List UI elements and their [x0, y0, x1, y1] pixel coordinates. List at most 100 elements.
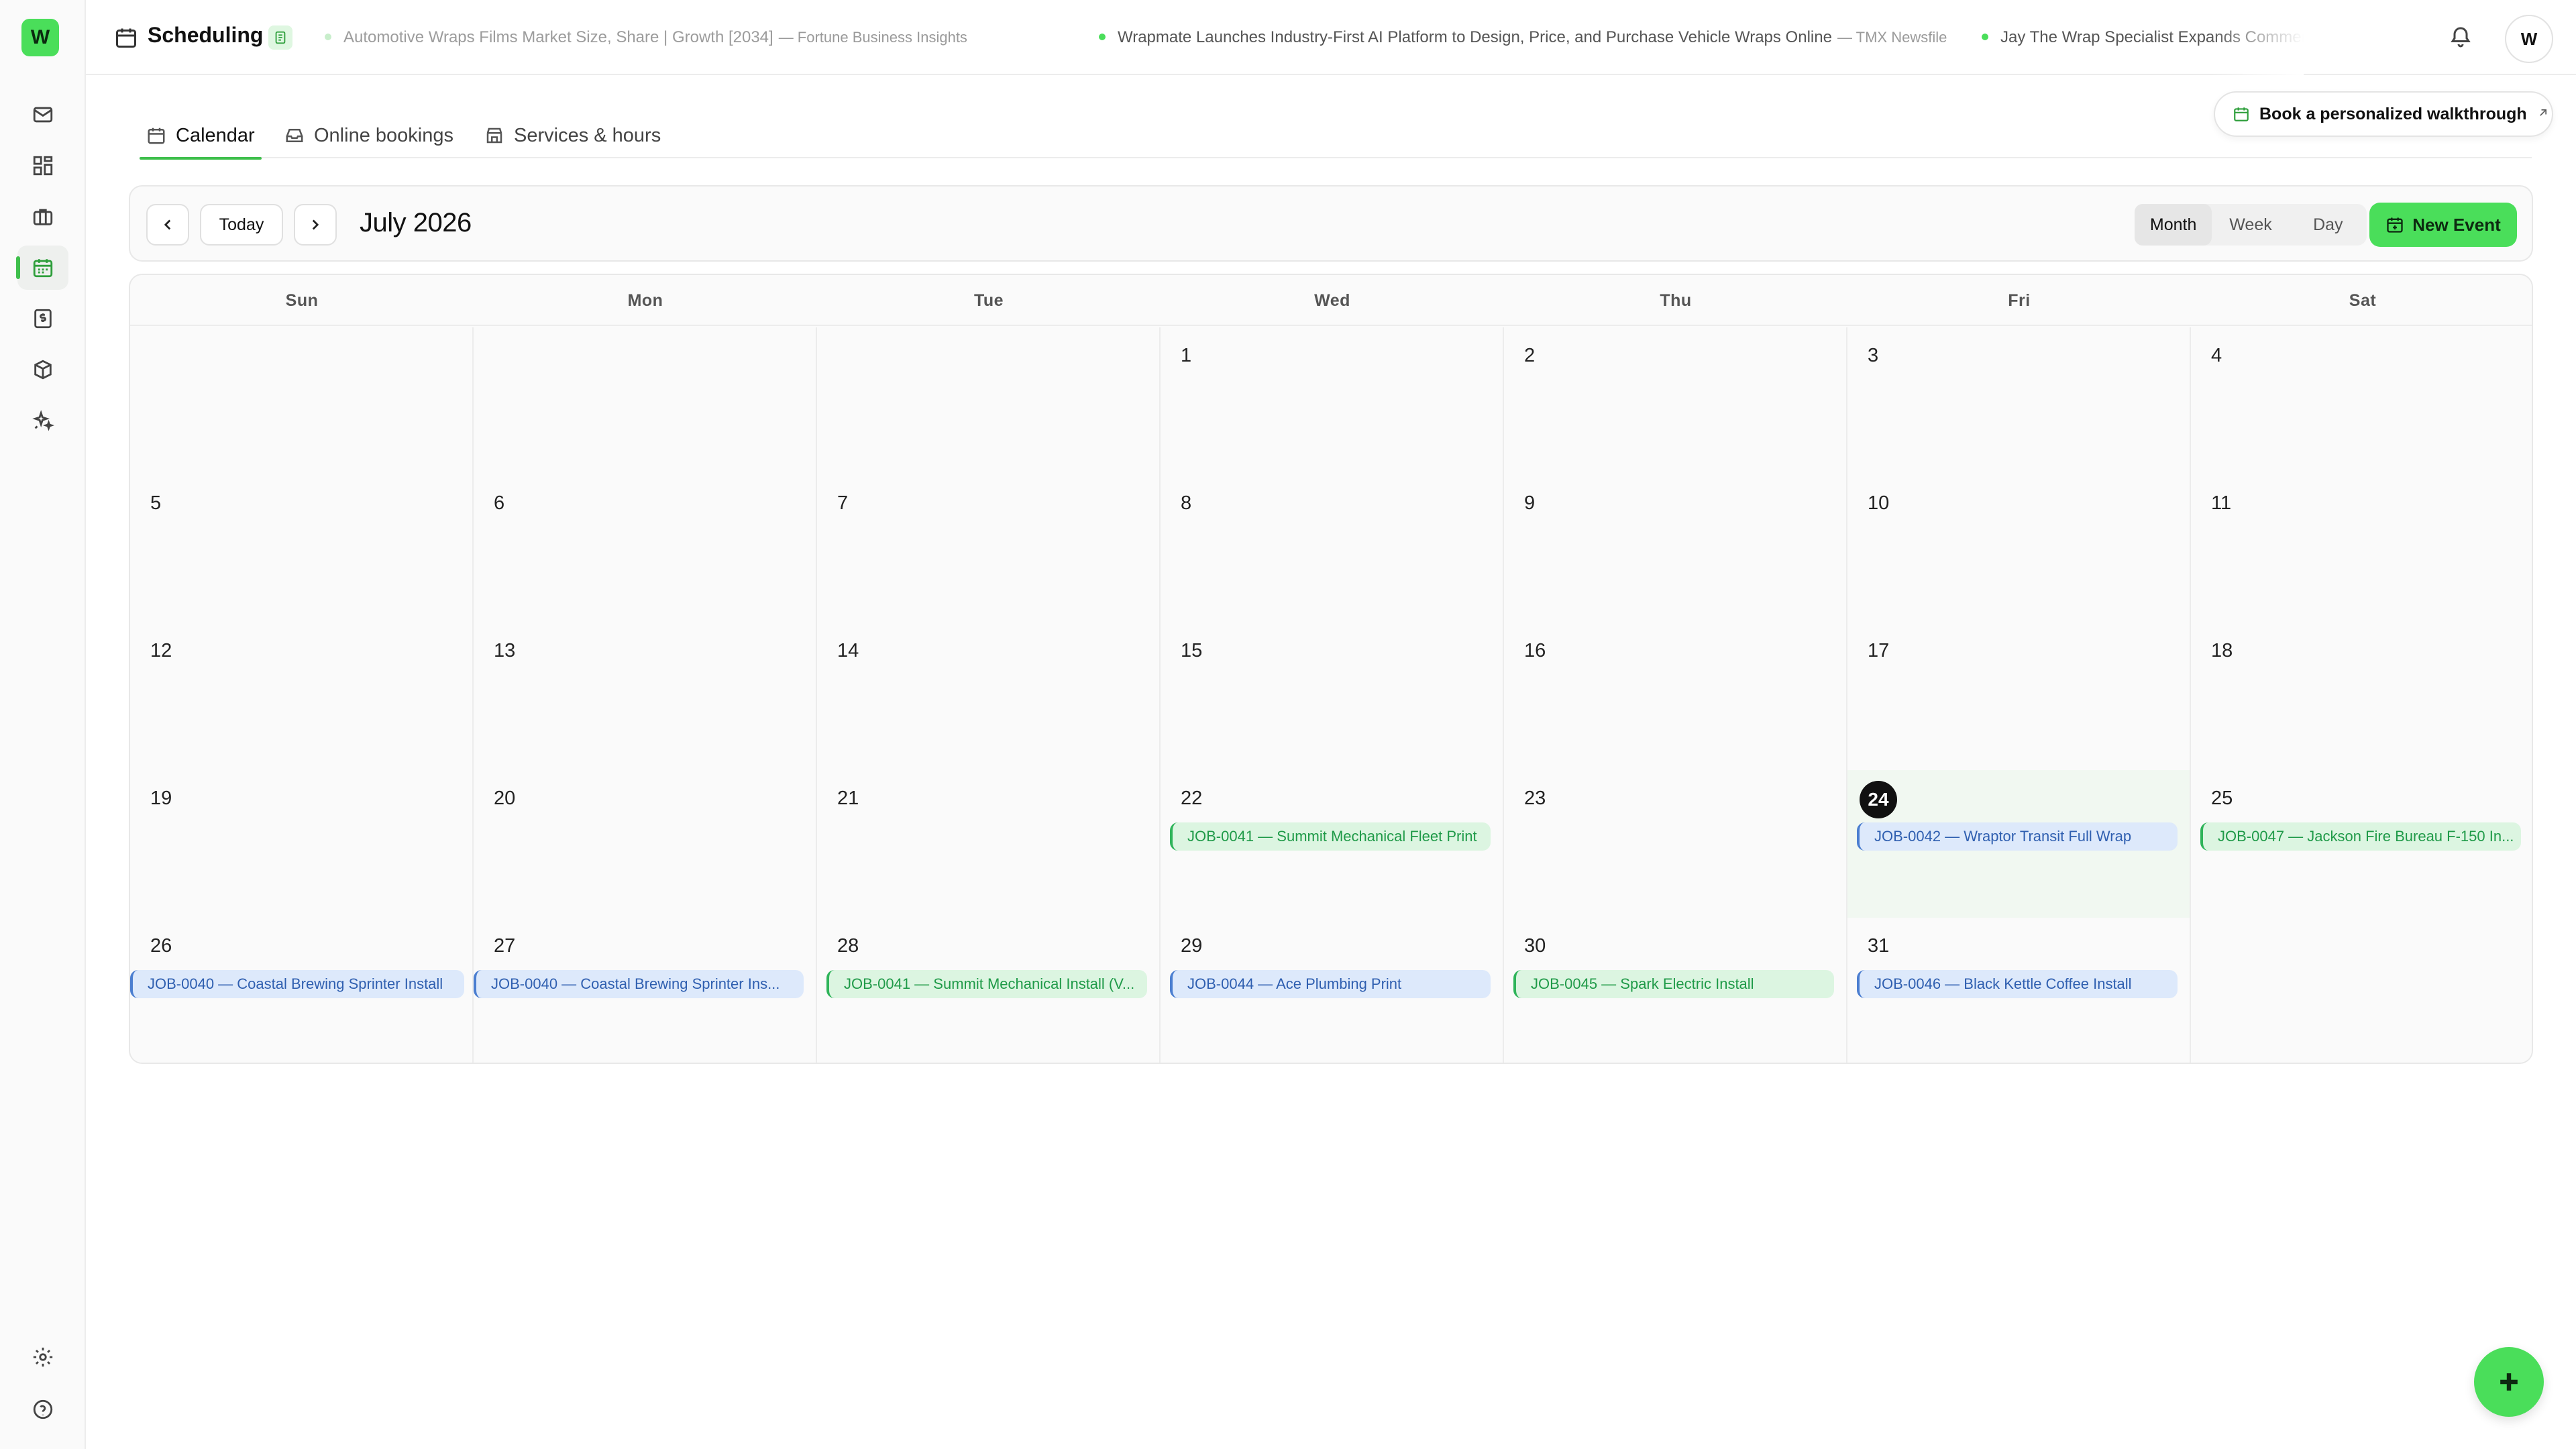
app-logo[interactable]: W: [21, 19, 59, 56]
day-cell[interactable]: 4: [2191, 327, 2532, 475]
sidebar-item-jobs[interactable]: [17, 195, 68, 239]
day-cell[interactable]: 20: [474, 770, 817, 918]
calendar-event[interactable]: JOB-0045 — Spark Electric Install: [1513, 970, 1834, 998]
date-number: 2: [1524, 345, 1536, 366]
top-bar: Scheduling Automotive Wraps Films Market…: [86, 0, 2576, 75]
day-cell[interactable]: 11: [2191, 475, 2532, 623]
week-row: 5 6 7 8 9 10 11: [130, 475, 2532, 623]
month-label: July 2026: [360, 208, 472, 237]
tab-calendar[interactable]: Calendar: [140, 114, 262, 160]
day-cell[interactable]: 27 JOB-0040 — Coastal Brewing Sprinter In…: [474, 918, 817, 1063]
calendar-event[interactable]: JOB-0042 — Wraptor Transit Full Wrap: [1857, 822, 2178, 851]
notes-badge-icon[interactable]: [268, 25, 292, 50]
calendar-event[interactable]: JOB-0047 — Jackson Fire Bureau F-150 In.…: [2200, 822, 2521, 851]
calendar-event[interactable]: JOB-0046 — Black Kettle Coffee Install: [1857, 970, 2178, 998]
calendar-event[interactable]: JOB-0041 — Summit Mechanical Fleet Print: [1170, 822, 1491, 851]
weekday-header-cell: Tue: [973, 290, 1004, 310]
calendar-event[interactable]: JOB-0041 — Summit Mechanical Install (V.…: [826, 970, 1147, 998]
day-cell[interactable]: 29 JOB-0044 — Ace Plumbing Print: [1161, 918, 1504, 1063]
new-event-button[interactable]: New Event: [2369, 203, 2517, 247]
day-cell[interactable]: 24 JOB-0042 — Wraptor Transit Full Wrap: [1847, 770, 2191, 918]
date-number: 1: [1181, 345, 1192, 366]
day-cell[interactable]: 21: [817, 770, 1161, 918]
add-fab-button[interactable]: [2474, 1347, 2544, 1417]
day-cell[interactable]: 23: [1504, 770, 1847, 918]
day-cell[interactable]: 31 JOB-0046 — Black Kettle Coffee Install: [1847, 918, 2191, 1063]
day-cell[interactable]: 10: [1847, 475, 2191, 623]
notifications-bell-icon[interactable]: [2449, 24, 2475, 51]
weekday-header-cell: Thu: [1660, 290, 1692, 310]
sidebar-item-help[interactable]: [17, 1387, 68, 1432]
date-number: 30: [1524, 935, 1546, 957]
day-cell[interactable]: 15: [1161, 623, 1504, 770]
day-cell[interactable]: 7: [817, 475, 1161, 623]
week-row: 1 2 3 4: [130, 327, 2532, 475]
sidebar-item-scheduling[interactable]: [16, 246, 68, 290]
view-day-button[interactable]: Day: [2290, 204, 2367, 246]
date-number: 6: [494, 492, 505, 514]
date-number: 8: [1181, 492, 1192, 514]
date-number: 31: [1868, 935, 1890, 957]
day-cell[interactable]: 28 JOB-0041 — Summit Mechanical Install (…: [817, 918, 1161, 1063]
previous-month-button[interactable]: [146, 204, 189, 246]
ticker-dot-icon: [1099, 33, 1106, 40]
sidebar-item-settings[interactable]: [17, 1335, 68, 1379]
tab-services-hours[interactable]: Services & hours: [484, 114, 661, 157]
date-number: 12: [150, 640, 172, 661]
ticker-item[interactable]: Automotive Wraps Films Market Size, Shar…: [325, 28, 967, 47]
day-cell[interactable]: 9: [1504, 475, 1847, 623]
view-month-button[interactable]: Month: [2135, 204, 2212, 246]
day-cell[interactable]: 2: [1504, 327, 1847, 475]
date-number: 15: [1181, 640, 1203, 661]
date-number: 18: [2211, 640, 2233, 661]
day-cell[interactable]: 8: [1161, 475, 1504, 623]
week-row: 26 JOB-0040 — Coastal Brewing Sprinter In…: [130, 918, 2532, 1063]
day-cell[interactable]: 25 JOB-0047 — Jackson Fire Bureau F-150 I…: [2191, 770, 2532, 918]
day-cell[interactable]: 1: [1161, 327, 1504, 475]
day-cell[interactable]: 17: [1847, 623, 2191, 770]
next-month-button[interactable]: [294, 204, 337, 246]
book-walkthrough-button[interactable]: Book a personalized walkthrough: [2214, 91, 2553, 137]
sidebar-item-dashboard[interactable]: [17, 144, 68, 188]
day-cell[interactable]: 22 JOB-0041 — Summit Mechanical Fleet Pri…: [1161, 770, 1504, 918]
sidebar-item-inbox[interactable]: [17, 93, 68, 137]
view-switcher: Month Week Day: [2135, 204, 2367, 246]
today-button[interactable]: Today: [200, 204, 283, 246]
ticker-item[interactable]: Wrapmate Launches Industry-First AI Plat…: [1099, 28, 1947, 47]
box-icon: [34, 360, 52, 380]
day-cell[interactable]: 18: [2191, 623, 2532, 770]
calendar-event[interactable]: JOB-0040 — Coastal Brewing Sprinter Inst…: [130, 970, 464, 998]
sidebar-item-inventory[interactable]: [17, 347, 68, 392]
day-cell[interactable]: 12: [130, 623, 474, 770]
day-cell[interactable]: 6: [474, 475, 817, 623]
sidebar-item-ai[interactable]: [17, 398, 68, 443]
day-cell[interactable]: 14: [817, 623, 1161, 770]
view-week-button[interactable]: Week: [2212, 204, 2289, 246]
calendar-event[interactable]: JOB-0044 — Ace Plumbing Print: [1170, 970, 1491, 998]
day-cell[interactable]: 13: [474, 623, 817, 770]
plus-icon: [2500, 1373, 2518, 1391]
date-number: 25: [2211, 788, 2233, 809]
date-number: 27: [494, 935, 516, 957]
date-number: 14: [837, 640, 859, 661]
day-cell[interactable]: 5: [130, 475, 474, 623]
page-calendar-icon: [114, 25, 138, 50]
day-cell[interactable]: 19: [130, 770, 474, 918]
date-number: 23: [1524, 788, 1546, 809]
sidebar-item-invoices[interactable]: [17, 297, 68, 341]
day-cell[interactable]: 30 JOB-0045 — Spark Electric Install: [1504, 918, 1847, 1063]
ticker-fade: [2210, 0, 2304, 75]
day-cell[interactable]: 26 JOB-0040 — Coastal Brewing Sprinter In…: [130, 918, 474, 1063]
tab-online-bookings[interactable]: Online bookings: [284, 114, 453, 157]
week-row: 19 20 21 22 JOB-0041 — Summit Mechanical Fle…: [130, 770, 2532, 918]
user-avatar[interactable]: W: [2505, 15, 2553, 63]
news-ticker: Automotive Wraps Films Market Size, Shar…: [325, 0, 2304, 75]
app-root: W Scheduling Automotive Wraps Films Mark…: [0, 0, 2576, 1449]
day-cell[interactable]: 3: [1847, 327, 2191, 475]
dollar-document-icon: [34, 309, 52, 329]
date-number: 17: [1868, 640, 1890, 661]
date-number: 3: [1868, 345, 1879, 366]
today-date-number: 24: [1860, 781, 1897, 818]
calendar-event[interactable]: JOB-0040 — Coastal Brewing Sprinter Ins.…: [474, 970, 804, 998]
day-cell[interactable]: 16: [1504, 623, 1847, 770]
